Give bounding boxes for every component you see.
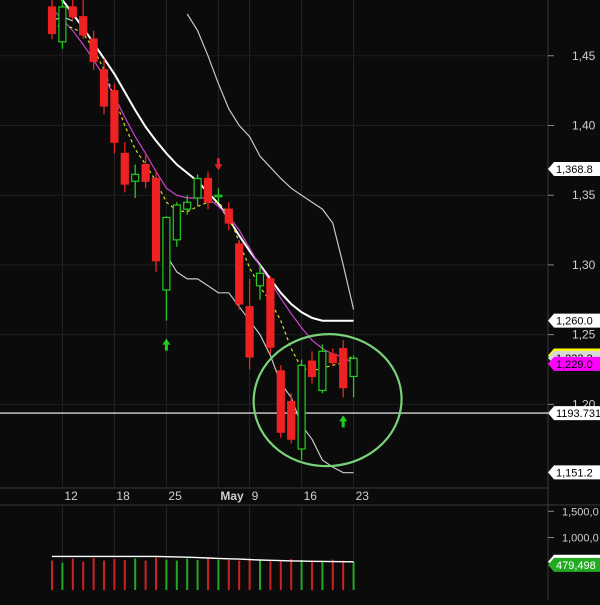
price-tick-label: 1,30 [572,258,596,272]
candle-body [151,177,161,262]
volume-tick-label: 1,500,0 [562,506,599,518]
candle-body [266,278,275,348]
price-tag: 1,368.8 [548,161,600,176]
price-tag-label: 1193.731 [556,408,600,420]
candle-body [99,69,109,107]
candle-body [214,194,223,198]
price-tag: 1,229.0 [548,356,600,371]
candle-body [245,306,254,358]
candle-body [58,6,67,43]
candle-body [141,163,150,182]
price-tag-label: 1,260.0 [556,316,593,328]
price-tag-label: 1,151.2 [556,467,593,479]
price-tag: 1193.731 [548,406,600,421]
x-tick-label: 9 [252,489,259,503]
candle-body [224,208,233,224]
candle-body [47,6,57,35]
candle-body [235,243,244,305]
candle-body [162,216,171,291]
candle-body [131,173,140,182]
candle-body [328,353,337,364]
candle-body [297,364,306,450]
price-tick-label: 1,45 [572,49,596,63]
x-tick-label: May [220,489,244,503]
candle-body [307,360,317,378]
candle-body [110,90,119,143]
volume-tag-label: 479,498 [556,560,596,572]
price-tag: 1,151.2 [548,465,600,480]
candle-body [193,177,202,199]
chart-stage: 1,45 1,40 1,35 1,30 1,25 1,20 12 18 25 May 9 16 23 1,… [0,0,600,600]
price-tick-label: 1,35 [572,188,596,202]
volume-tag: 479,498 [548,557,600,572]
volume-tick-label: 1,000,0 [562,533,599,545]
stock-chart: 1,451,401,351,301,251,2012 18 25 May 9 16 231,… [0,0,600,600]
chart-background [0,0,600,600]
candle-body [349,357,358,378]
candle-body [276,370,285,433]
price-tag: 1,260.0 [548,313,600,328]
x-tick-label: 18 [116,489,130,503]
candle-body [339,347,348,389]
candle-body [287,400,296,440]
candle-body [318,350,327,391]
x-tick-label: 25 [168,489,182,503]
price-tick-label: 1,40 [572,118,596,132]
candle-body [203,177,213,203]
candle-body [79,16,88,36]
candle-body [255,272,265,287]
x-tick-label: 12 [64,489,78,503]
price-tag-label: 1,229.0 [556,359,593,371]
price-tag-label: 1,368.8 [556,164,593,176]
candle-body [120,152,129,185]
candle-body [68,6,77,18]
candle-body [89,38,98,62]
price-tick-label: 1,25 [572,328,596,342]
x-tick-label: 23 [356,489,370,503]
x-tick-label: 16 [304,489,318,503]
candle-body [172,204,181,241]
candle-body [183,201,192,210]
